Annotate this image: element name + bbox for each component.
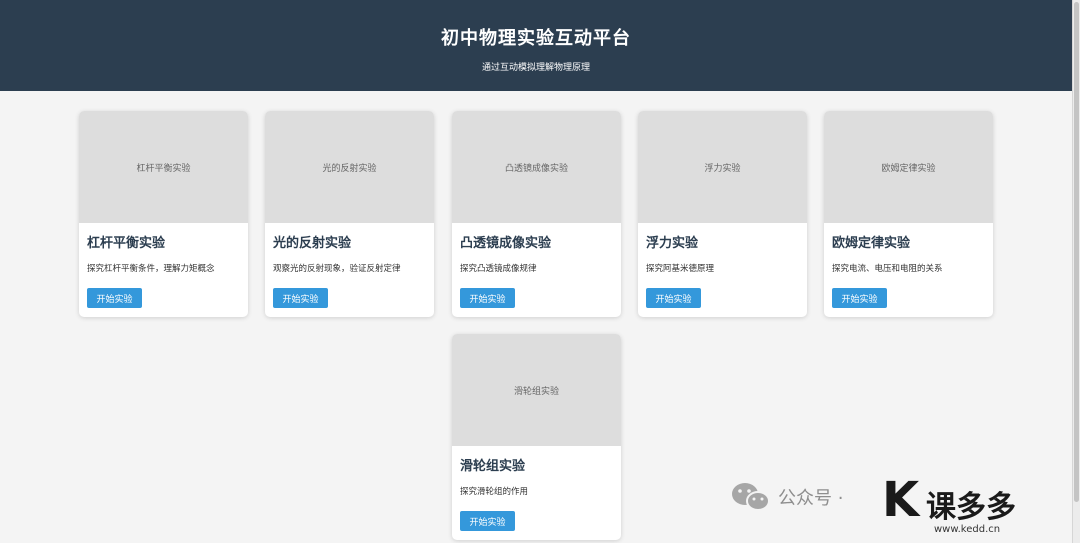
experiment-card-convex-lens: 凸透镜成像实验 凸透镜成像实验 探究凸透镜成像规律 开始实验 — [452, 111, 621, 317]
start-experiment-button[interactable]: 开始实验 — [273, 288, 328, 308]
page-subtitle: 通过互动模拟理解物理原理 — [481, 63, 590, 73]
card-image-placeholder: 杠杆平衡实验 — [79, 111, 248, 223]
page-title: 初中物理实验互动平台 — [441, 28, 631, 49]
card-title: 凸透镜成像实验 — [460, 236, 552, 251]
start-experiment-button[interactable]: 开始实验 — [460, 511, 515, 531]
start-experiment-button[interactable]: 开始实验 — [87, 288, 142, 308]
card-title: 浮力实验 — [646, 236, 699, 251]
logo-k-icon: K — [882, 472, 920, 528]
card-image-placeholder: 欧姆定律实验 — [824, 111, 993, 223]
card-description: 探究电流、电压和电阻的关系 — [832, 264, 943, 274]
page-header: 初中物理实验互动平台 通过互动模拟理解物理原理 — [0, 0, 1072, 91]
wechat-label: 公众号 · — [778, 488, 844, 509]
start-experiment-button[interactable]: 开始实验 — [646, 288, 701, 308]
wechat-icon — [732, 483, 770, 511]
card-description: 探究杠杆平衡条件，理解力矩概念 — [87, 264, 215, 274]
card-title: 杠杆平衡实验 — [87, 236, 166, 251]
card-description: 探究凸透镜成像规律 — [460, 264, 537, 274]
card-description: 探究滑轮组的作用 — [460, 487, 529, 497]
start-experiment-button[interactable]: 开始实验 — [460, 288, 515, 308]
card-image-placeholder: 凸透镜成像实验 — [452, 111, 621, 223]
brand-url: www.kedd.cn — [934, 524, 1001, 535]
card-title: 滑轮组实验 — [460, 459, 526, 474]
card-image-placeholder: 浮力实验 — [638, 111, 807, 223]
card-description: 探究阿基米德原理 — [646, 264, 715, 274]
card-image-placeholder: 滑轮组实验 — [452, 334, 621, 446]
experiment-card-buoyancy: 浮力实验 浮力实验 探究阿基米德原理 开始实验 — [638, 111, 807, 317]
start-experiment-button[interactable]: 开始实验 — [832, 288, 887, 308]
card-description: 观察光的反射现象，验证反射定律 — [273, 264, 401, 274]
card-title: 光的反射实验 — [273, 236, 352, 251]
brand-name: 课多多 — [926, 490, 1016, 525]
experiment-card-lever: 杠杆平衡实验 杠杆平衡实验 探究杠杆平衡条件，理解力矩概念 开始实验 — [79, 111, 248, 317]
experiment-card-ohm: 欧姆定律实验 欧姆定律实验 探究电流、电压和电阻的关系 开始实验 — [824, 111, 993, 317]
card-image-placeholder: 光的反射实验 — [265, 111, 434, 223]
experiment-card-pulley: 滑轮组实验 滑轮组实验 探究滑轮组的作用 开始实验 — [452, 334, 621, 540]
watermark: 公众号 · K 课多多 www.kedd.cn — [730, 474, 1080, 543]
vertical-scrollbar[interactable] — [1072, 0, 1080, 543]
card-title: 欧姆定律实验 — [832, 236, 911, 251]
scrollbar-thumb[interactable] — [1074, 2, 1079, 502]
experiment-card-reflection: 光的反射实验 光的反射实验 观察光的反射现象，验证反射定律 开始实验 — [265, 111, 434, 317]
